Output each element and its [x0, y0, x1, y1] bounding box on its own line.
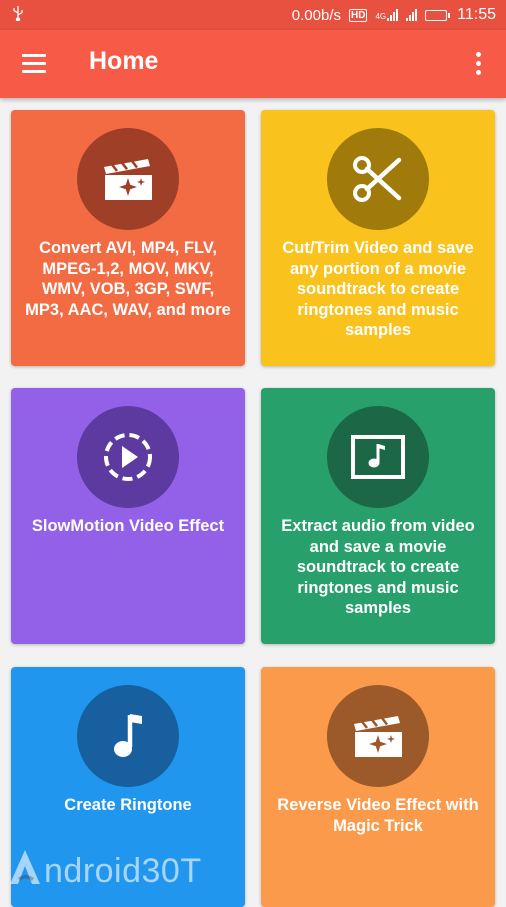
menu-icon[interactable]: [22, 54, 46, 74]
clock: 11:55: [457, 6, 496, 23]
android-logo-icon: [8, 848, 42, 895]
network-type: 4G: [375, 12, 387, 21]
slow-motion-icon: [77, 406, 179, 508]
battery-icon: [425, 9, 451, 21]
music-note-icon: [77, 685, 179, 787]
card-label: Reverse Video Effect with Magic Trick: [277, 796, 479, 835]
app-bar: Home: [0, 30, 506, 98]
cut-trim-card[interactable]: Cut/Trim Video and save any portion of a…: [261, 110, 495, 366]
convert-video-card[interactable]: Convert AVI, MP4, FLV, MPEG-1,2, MOV, MK…: [11, 110, 245, 366]
watermark-text: ndroid30T: [44, 852, 202, 890]
card-label: Cut/Trim Video and save any portion of a…: [282, 239, 474, 339]
usb-icon: [12, 5, 24, 25]
card-label: Create Ringtone: [64, 796, 192, 814]
music-video-icon: [327, 406, 429, 508]
card-label: Convert AVI, MP4, FLV, MPEG-1,2, MOV, MK…: [25, 239, 231, 319]
scissors-icon: [327, 128, 429, 230]
movie-magic-icon: [77, 128, 179, 230]
watermark: ndroid30T: [8, 848, 202, 895]
signal-icon: [406, 9, 418, 21]
page-title: Home: [89, 47, 159, 75]
hd-icon: HD: [349, 8, 368, 22]
card-label: Extract audio from video and save a movi…: [281, 517, 475, 617]
slow-motion-card[interactable]: SlowMotion Video Effect: [11, 388, 245, 644]
reverse-video-card[interactable]: Reverse Video Effect with Magic Trick: [261, 667, 495, 907]
status-bar: 0.00b/s HD 4G 11:55: [0, 0, 506, 30]
movie-magic-icon: [327, 685, 429, 787]
card-label: SlowMotion Video Effect: [31, 517, 225, 535]
extract-audio-card[interactable]: Extract audio from video and save a movi…: [261, 388, 495, 644]
network-speed: 0.00b/s: [291, 6, 342, 24]
more-options-icon[interactable]: [476, 52, 482, 76]
signal-icon: [387, 9, 399, 21]
